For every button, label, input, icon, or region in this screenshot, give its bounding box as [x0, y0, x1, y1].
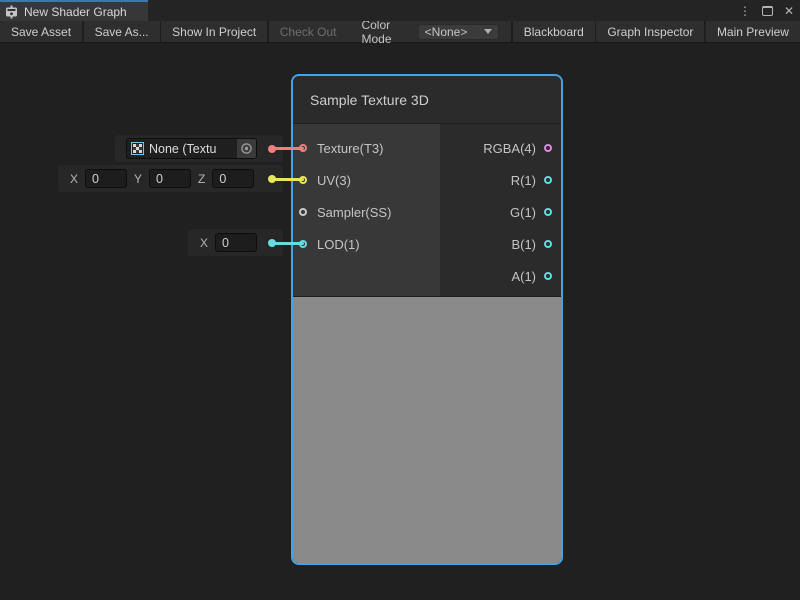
node-sample-texture-3d[interactable]: Sample Texture 3D Texture(T3) UV(3) Samp… — [291, 74, 563, 565]
texture-checker-icon — [131, 142, 144, 155]
uv-z-field[interactable]: 0 — [212, 169, 254, 188]
uv-y-field[interactable]: 0 — [149, 169, 191, 188]
shader-graph-icon — [5, 5, 18, 19]
port-row-texture: Texture(T3) — [293, 132, 440, 164]
node-ports: Texture(T3) UV(3) Sampler(SS) LOD(1) RGB… — [293, 124, 561, 296]
edge-texture[interactable] — [272, 147, 304, 150]
output-ports-column: RGBA(4) R(1) G(1) B(1) A(1) — [440, 124, 561, 296]
maximize-icon[interactable] — [762, 6, 773, 16]
object-picker-button[interactable] — [237, 139, 256, 158]
node-preview — [293, 296, 561, 563]
graph-canvas[interactable]: None (Textu X 0 Y 0 Z 0 X 0 — [0, 43, 800, 600]
chevron-down-icon — [484, 29, 492, 34]
window-menu-icon[interactable]: ⋮ — [739, 5, 751, 17]
port-row-rgba: RGBA(4) — [440, 132, 561, 164]
save-as-button[interactable]: Save As... — [84, 21, 160, 42]
graph-inspector-button[interactable]: Graph Inspector — [596, 21, 704, 42]
edge-uv[interactable] — [272, 178, 304, 181]
port-row-uv: UV(3) — [293, 164, 440, 196]
port-row-a: A(1) — [440, 260, 561, 292]
port-row-g: G(1) — [440, 196, 561, 228]
lod-scalar-widget: X 0 — [188, 229, 283, 256]
output-port-g[interactable] — [544, 208, 552, 216]
input-port-sampler[interactable] — [299, 208, 307, 216]
close-icon[interactable]: ✕ — [784, 5, 794, 17]
show-in-project-button[interactable]: Show In Project — [161, 21, 267, 42]
port-row-lod: LOD(1) — [293, 228, 440, 260]
output-port-a[interactable] — [544, 272, 552, 280]
axis-label-x: X — [70, 172, 78, 186]
input-ports-column: Texture(T3) UV(3) Sampler(SS) LOD(1) — [293, 124, 440, 296]
title-bar: New Shader Graph ⋮ ✕ — [0, 0, 800, 21]
output-port-b[interactable] — [544, 240, 552, 248]
save-asset-button[interactable]: Save Asset — [0, 21, 82, 42]
port-row-sampler: Sampler(SS) — [293, 196, 440, 228]
axis-label-x: X — [200, 236, 208, 250]
color-mode-dropdown[interactable]: <None> — [418, 24, 500, 40]
node-title: Sample Texture 3D — [310, 92, 429, 108]
axis-label-y: Y — [134, 172, 142, 186]
texture-object-field[interactable]: None (Textu — [126, 138, 257, 159]
edge-lod[interactable] — [272, 242, 304, 245]
output-port-r[interactable] — [544, 176, 552, 184]
output-port-rgba[interactable] — [544, 144, 552, 152]
shader-graph-toolbar: Save Asset Save As... Show In Project Ch… — [0, 21, 800, 43]
tab-title: New Shader Graph — [24, 5, 127, 19]
blackboard-button[interactable]: Blackboard — [513, 21, 595, 42]
axis-label-z: Z — [198, 172, 205, 186]
check-out-button: Check Out — [269, 21, 348, 42]
texture-input-widget: None (Textu — [115, 135, 283, 162]
tab-new-shader-graph[interactable]: New Shader Graph — [0, 0, 148, 21]
main-preview-button[interactable]: Main Preview — [706, 21, 800, 42]
node-header[interactable]: Sample Texture 3D — [293, 76, 561, 124]
object-picker-icon — [240, 142, 253, 155]
uv-x-field[interactable]: 0 — [85, 169, 127, 188]
port-row-b: B(1) — [440, 228, 561, 260]
color-mode-label: Color Mode — [347, 21, 417, 42]
port-row-r: R(1) — [440, 164, 561, 196]
lod-x-field[interactable]: 0 — [215, 233, 257, 252]
color-mode-value: <None> — [425, 25, 485, 39]
uv-vector3-widget: X 0 Y 0 Z 0 — [58, 165, 283, 192]
texture-field-value: None (Textu — [149, 142, 237, 156]
